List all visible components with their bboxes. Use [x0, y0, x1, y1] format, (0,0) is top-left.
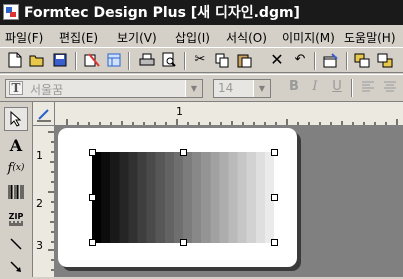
tool-palette: A f (x) ZIP: [0, 102, 33, 277]
standard-toolbar: ✂ ✕ ↶: [0, 47, 403, 73]
align-left-icon[interactable]: [360, 79, 376, 95]
ruler-number: 3: [36, 239, 43, 252]
line-tool-icon[interactable]: [4, 232, 28, 256]
text-tool[interactable]: A: [4, 133, 28, 157]
menu-file[interactable]: 파일(F): [5, 29, 43, 46]
chevron-down-icon[interactable]: ▼: [185, 80, 202, 97]
undo-icon[interactable]: ↶: [292, 52, 308, 68]
resize-handle-top[interactable]: [180, 149, 187, 156]
italic-button[interactable]: I: [307, 79, 323, 95]
align-center-icon[interactable]: [382, 79, 398, 95]
app-icon: [3, 4, 19, 20]
menu-image[interactable]: 이미지(M): [282, 29, 335, 46]
menu-bar: 파일(F) 편집(E) 보기(V) 삽입(I) 서식(O) 이미지(M) 도움말…: [0, 25, 403, 47]
copy-icon[interactable]: [214, 52, 230, 68]
page-setup-icon[interactable]: [84, 52, 100, 68]
resize-handle-bottom-right[interactable]: [271, 239, 278, 246]
toolbar-separator: [346, 52, 348, 70]
send-backward-icon[interactable]: [377, 52, 393, 68]
menu-help[interactable]: 도움말(H): [344, 29, 396, 46]
select-arrow-icon[interactable]: [4, 107, 28, 131]
open-folder-icon[interactable]: [29, 52, 45, 68]
bold-button[interactable]: B: [286, 79, 302, 95]
menu-insert[interactable]: 삽입(I): [175, 29, 210, 46]
resize-handle-right[interactable]: [271, 194, 278, 201]
barcode-icon[interactable]: [4, 180, 28, 204]
resize-handle-top-right[interactable]: [271, 149, 278, 156]
ruler-number: 2: [36, 197, 43, 210]
save-icon[interactable]: [52, 52, 68, 68]
toolbar-separator: [184, 52, 186, 70]
horizontal-ruler-ticks: [66, 119, 398, 125]
font-name-value: 서울꿈: [30, 83, 64, 97]
menu-view[interactable]: 보기(V): [117, 29, 157, 46]
underline-button[interactable]: U: [329, 79, 345, 95]
print-preview-icon[interactable]: [161, 52, 177, 68]
properties-icon[interactable]: [323, 52, 339, 68]
ruler-number: 1: [176, 105, 183, 118]
toolbar-separator: [128, 52, 130, 70]
font-size-select[interactable]: 14 ▼: [213, 79, 271, 98]
truetype-font-icon: T: [9, 81, 23, 95]
bring-forward-icon[interactable]: [354, 52, 370, 68]
ruler-corner: [33, 102, 55, 126]
menu-format[interactable]: 서식(O): [226, 29, 267, 46]
paste-icon[interactable]: [236, 52, 252, 68]
ruler-number: 1: [36, 149, 43, 162]
zip-label: ZIP: [8, 211, 24, 221]
formula-tool-icon[interactable]: f (x): [4, 156, 28, 180]
title-bar: Formtec Design Plus [새 디자인.dgm]: [0, 0, 403, 25]
ruler-origin-icon[interactable]: [33, 102, 55, 126]
new-file-icon[interactable]: [7, 52, 23, 68]
chevron-down-icon[interactable]: ▼: [253, 80, 270, 97]
horizontal-ruler: 1: [55, 102, 403, 126]
gradient-rectangle[interactable]: [92, 152, 274, 243]
layout-icon[interactable]: [106, 52, 122, 68]
resize-handle-bottom[interactable]: [180, 239, 187, 246]
cut-icon[interactable]: ✂: [192, 52, 208, 68]
resize-handle-top-left[interactable]: [89, 149, 96, 156]
font-size-value: 14: [218, 81, 234, 95]
arrow-line-tool-icon[interactable]: [4, 255, 28, 279]
window-title: Formtec Design Plus [새 디자인.dgm]: [24, 5, 300, 21]
delete-icon[interactable]: ✕: [269, 52, 285, 68]
print-icon[interactable]: [139, 52, 155, 68]
resize-handle-left[interactable]: [89, 194, 96, 201]
vertical-ruler: 1 2 3: [33, 126, 55, 277]
toolbar-separator: [314, 52, 316, 70]
design-canvas[interactable]: [55, 126, 403, 277]
zip-barcode-tool[interactable]: ZIP: [4, 207, 28, 231]
font-name-select[interactable]: T 서울꿈 ▼: [5, 79, 203, 98]
label-page[interactable]: [58, 128, 297, 267]
toolbar-separator: [351, 79, 353, 97]
toolbar-separator: [75, 52, 77, 70]
format-toolbar: T 서울꿈 ▼ 14 ▼ B I U: [0, 74, 403, 102]
menu-edit[interactable]: 편집(E): [59, 29, 98, 46]
resize-handle-bottom-left[interactable]: [89, 239, 96, 246]
